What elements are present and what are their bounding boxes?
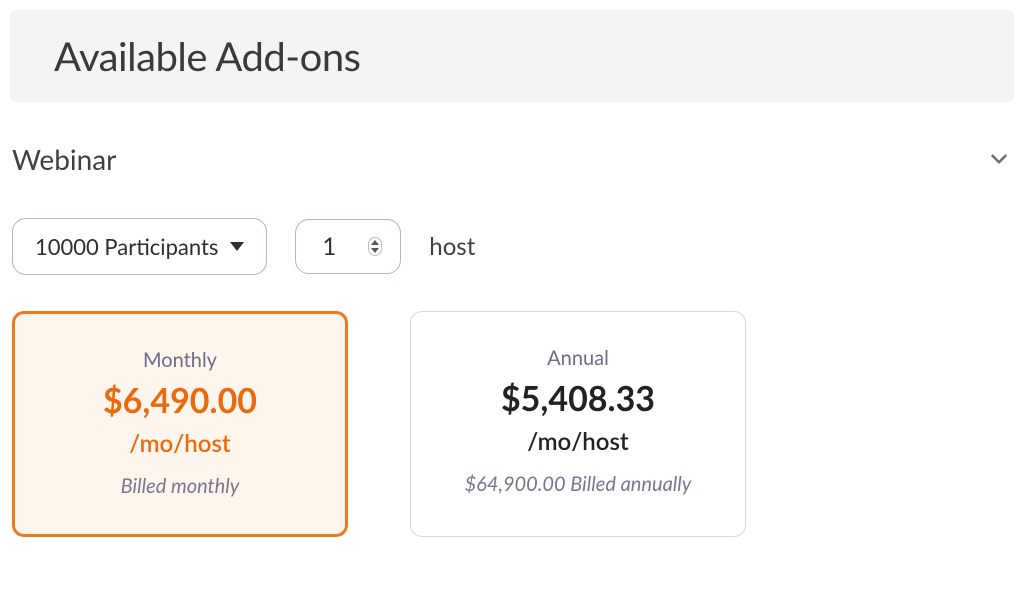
participants-label: 10000 Participants	[35, 233, 218, 260]
chevron-up-icon[interactable]	[371, 240, 379, 245]
stepper-arrows[interactable]	[368, 237, 382, 256]
host-unit-label: host	[429, 232, 475, 261]
host-count-stepper[interactable]: 1	[295, 219, 401, 274]
chevron-down-icon[interactable]	[371, 248, 379, 253]
plan-unit: /mo/host	[431, 427, 725, 456]
plan-card-annual[interactable]: Annual $5,408.33 /mo/host $64,900.00 Bil…	[410, 311, 746, 537]
plan-billing-note: Billed monthly	[35, 474, 325, 498]
addon-controls: 10000 Participants 1 host	[10, 218, 1014, 275]
plan-period-label: Annual	[431, 346, 725, 370]
participants-dropdown[interactable]: 10000 Participants	[12, 218, 267, 275]
plan-price: $6,490.00	[35, 380, 325, 421]
plan-card-monthly[interactable]: Monthly $6,490.00 /mo/host Billed monthl…	[12, 311, 348, 537]
plan-period-label: Monthly	[35, 348, 325, 372]
plan-billing-note: $64,900.00 Billed annually	[431, 472, 725, 496]
plan-unit: /mo/host	[35, 429, 325, 458]
page-title: Available Add-ons	[54, 32, 970, 80]
addons-header: Available Add-ons	[10, 10, 1014, 102]
section-title: Webinar	[12, 142, 116, 176]
caret-down-icon	[230, 242, 244, 251]
webinar-section-header[interactable]: Webinar	[10, 142, 1014, 218]
plan-price: $5,408.33	[431, 378, 725, 419]
chevron-down-icon[interactable]	[986, 146, 1012, 172]
host-count-value: 1	[322, 232, 336, 261]
pricing-plans: Monthly $6,490.00 /mo/host Billed monthl…	[10, 311, 1014, 537]
